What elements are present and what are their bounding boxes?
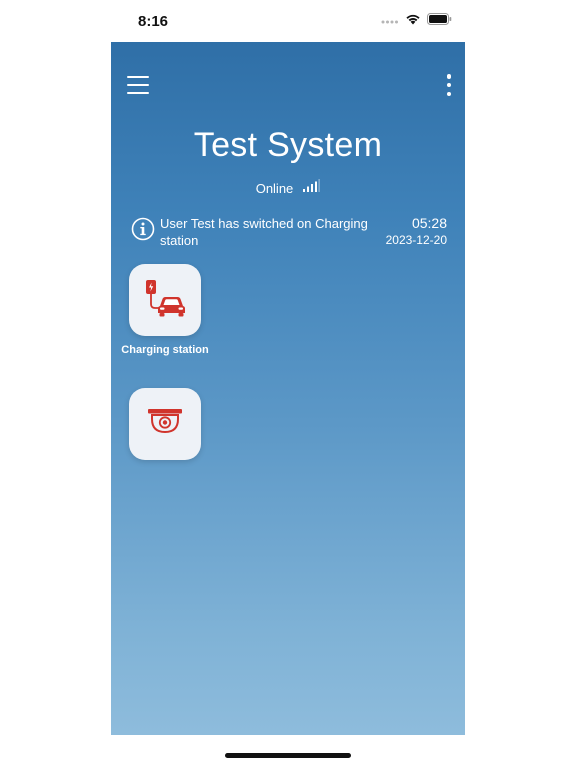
notification-date: 2023-12-20 xyxy=(385,233,447,247)
home-indicator xyxy=(225,753,351,758)
status-bar: 8:16 xyxy=(0,0,576,42)
connection-status: Online xyxy=(111,179,465,198)
notification-time: 05:28 xyxy=(411,215,447,231)
signal-dots-icon xyxy=(381,12,399,30)
connection-status-text: Online xyxy=(255,181,294,196)
page-title: Test System xyxy=(193,126,383,164)
ev-charging-car-icon xyxy=(143,278,187,323)
info-icon xyxy=(131,217,155,241)
more-vertical-icon[interactable] xyxy=(445,74,453,96)
notification-item[interactable]: User Test has switched on Charging stati… xyxy=(131,214,449,250)
security-camera-icon xyxy=(145,405,185,444)
wifi-icon xyxy=(405,12,421,30)
notification-message: User Test has switched on Charging stati… xyxy=(160,216,368,248)
security-camera-tile[interactable] xyxy=(129,388,201,460)
signal-strength-icon xyxy=(302,179,320,198)
charging-station-label: Charging station xyxy=(121,344,209,356)
app-screen: Test System Online User Test has switche… xyxy=(111,42,465,735)
battery-icon xyxy=(427,12,452,30)
charging-station-tile[interactable] xyxy=(129,264,201,336)
status-icons xyxy=(381,12,452,30)
hamburger-menu-icon[interactable] xyxy=(127,76,149,94)
status-time: 8:16 xyxy=(138,13,169,30)
